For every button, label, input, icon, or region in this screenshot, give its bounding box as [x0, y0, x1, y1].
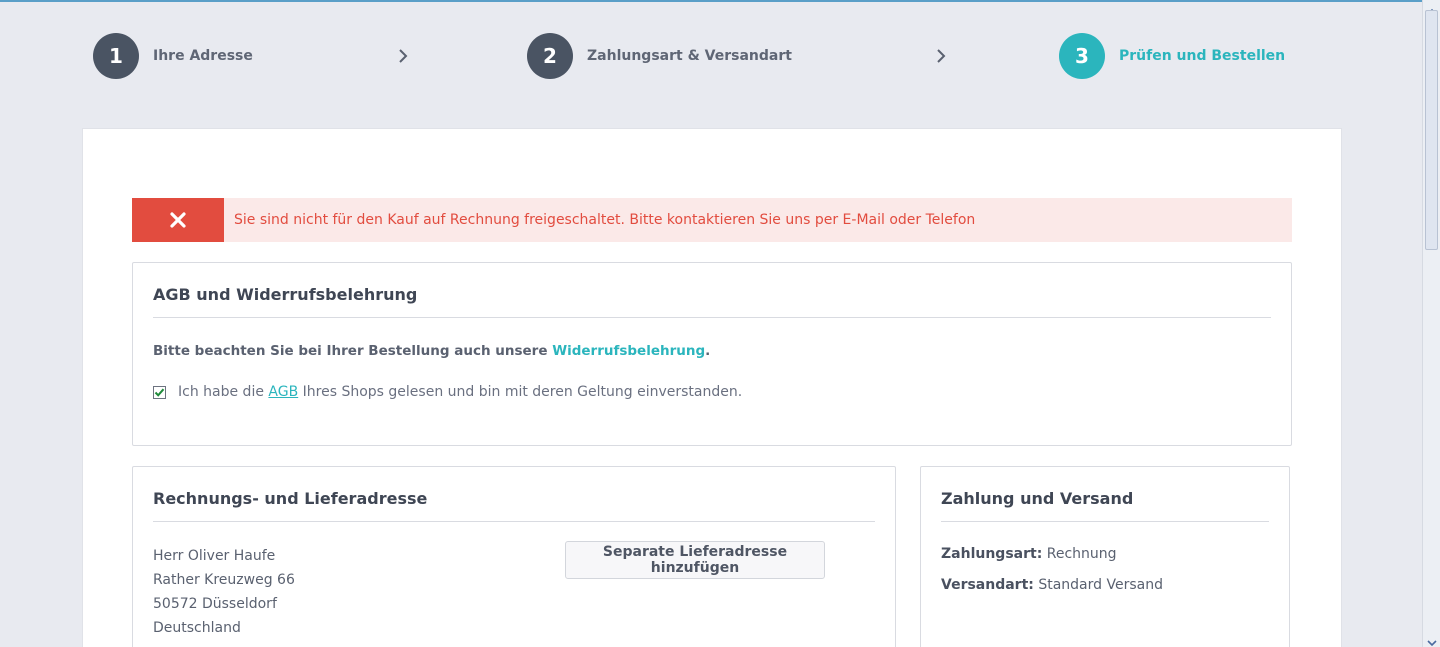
step-label: Prüfen und Bestellen [1119, 48, 1286, 64]
vertical-scrollbar[interactable] [1422, 0, 1440, 647]
scroll-down-icon[interactable] [1426, 633, 1438, 647]
checkmark-icon [154, 388, 165, 397]
payment-title: Zahlung und Versand [941, 489, 1269, 522]
agb-title: AGB und Widerrufsbelehrung [153, 285, 1271, 318]
address-line-city: 50572 Düsseldorf [153, 596, 277, 612]
address-line-country: Deutschland [153, 620, 241, 636]
step-review-order[interactable]: 3 Prüfen und Bestellen [1059, 33, 1285, 79]
notice-text: Bitte beachten Sie bei Ihrer Bestellung … [153, 343, 553, 359]
agb-link[interactable]: AGB [268, 384, 298, 400]
step-label: Ihre Adresse [153, 48, 253, 64]
payment-method-label: Zahlungsart: [941, 546, 1043, 562]
address-title: Rechnungs- und Lieferadresse [153, 489, 875, 522]
payment-method-value: Rechnung [1042, 546, 1117, 562]
shipping-method-value: Standard Versand [1033, 577, 1163, 593]
payment-shipping-panel: Zahlung und Versand Zahlungsart: Rechnun… [920, 466, 1290, 647]
error-alert: Sie sind nicht für den Kauf auf Rechnung… [132, 198, 1292, 242]
step-number: 3 [1059, 33, 1105, 79]
step-label: Zahlungsart & Versandart [587, 48, 792, 64]
shipping-method-label: Versandart: [941, 577, 1034, 593]
step-address[interactable]: 1 Ihre Adresse [93, 33, 253, 79]
consent-text: Ich habe die AGB Ihres Shops gelesen und… [178, 384, 742, 400]
payment-method-row: Zahlungsart: Rechnung [941, 546, 1269, 562]
chevron-right-icon [398, 47, 408, 65]
address-panel: Rechnungs- und Lieferadresse Herr Oliver… [132, 466, 896, 647]
alert-message: Sie sind nicht für den Kauf auf Rechnung… [234, 212, 976, 228]
agb-consent-row: Ich habe die AGB Ihres Shops gelesen und… [153, 384, 1271, 400]
consent-suffix: Ihres Shops gelesen und bin mit deren Ge… [298, 384, 743, 400]
scrollbar-thumb[interactable] [1425, 10, 1438, 250]
consent-prefix: Ich habe die [178, 384, 269, 400]
notice-suffix: . [705, 343, 711, 359]
agb-panel: AGB und Widerrufsbelehrung Bitte beachte… [132, 262, 1292, 446]
step-payment-shipping[interactable]: 2 Zahlungsart & Versandart [527, 33, 792, 79]
shipping-method-row: Versandart: Standard Versand [941, 577, 1269, 593]
add-delivery-address-button[interactable]: Separate Lieferadresse hinzufügen [565, 541, 825, 579]
agb-checkbox[interactable] [153, 385, 166, 399]
step-number: 1 [93, 33, 139, 79]
close-icon [132, 198, 224, 242]
withdrawal-link[interactable]: Widerrufsbelehrung [552, 343, 705, 359]
checkout-steps: 1 Ihre Adresse 2 Zahlungsart & Versandar… [0, 0, 1422, 120]
chevron-right-icon [936, 47, 946, 65]
step-number: 2 [527, 33, 573, 79]
withdrawal-notice: Bitte beachten Sie bei Ihrer Bestellung … [153, 343, 1271, 359]
